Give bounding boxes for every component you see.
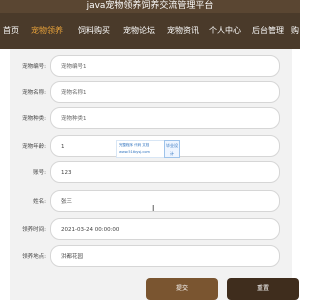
field-label: 账号: — [33, 170, 46, 176]
reset-button[interactable]: 重置 — [227, 278, 299, 300]
nav-item-personal-center[interactable]: 个人中心 — [205, 13, 245, 49]
pet-type-field[interactable]: 宠物种类1 — [50, 107, 280, 129]
nav-item-pet-forum[interactable]: 宠物论坛 — [118, 13, 160, 49]
nav-item-feed-purchase[interactable]: 饲料购买 — [73, 13, 115, 49]
field-label: 姓名: — [33, 199, 46, 205]
field-label: 宠物名称: — [22, 90, 46, 96]
adoption-time-field[interactable]: 2021-03-24 00:00:00 — [50, 218, 280, 240]
field-label: 宠物编号: — [22, 64, 46, 70]
field-label: 宠物年龄: — [22, 144, 46, 150]
nav-item-cart[interactable]: 购 — [290, 13, 300, 49]
nav-item-pet-news[interactable]: 宠物资讯 — [162, 13, 204, 49]
watermark-text: 完整程序 代码 文档 — [119, 143, 150, 147]
nav-item-pet-adoption[interactable]: 宠物领养 — [26, 13, 68, 49]
top-navbar: 首页 宠物领养 饲料购买 宠物论坛 宠物资讯 个人中心 后台管理 购 — [0, 13, 300, 49]
text-cursor-icon: I — [152, 204, 155, 213]
field-label: 宠物种类: — [22, 116, 46, 122]
nav-item-home[interactable]: 首页 — [0, 13, 22, 49]
form-row-account: 账号: 123 — [10, 161, 292, 185]
account-field[interactable]: 123 — [50, 161, 280, 183]
adoption-location-field[interactable]: 洪都花园 — [50, 245, 280, 267]
form-row-adoption-time: 领养时间: 2021-03-24 00:00:00 — [10, 218, 292, 242]
field-label: 领养时间: — [22, 227, 46, 233]
app-title: java宠物领养饲养交流管理平台 — [0, 0, 300, 13]
name-field[interactable]: 张三 — [50, 190, 280, 212]
pet-name-field[interactable]: 宠物名称1 — [50, 81, 280, 103]
nav-item-admin[interactable]: 后台管理 — [247, 13, 289, 49]
form-row-name: 姓名: 张三 — [10, 190, 292, 214]
submit-button[interactable]: 提交 — [146, 278, 218, 300]
form-row-pet-type: 宠物种类: 宠物种类1 — [10, 107, 292, 131]
form-row-pet-name: 宠物名称: 宠物名称1 — [10, 81, 292, 105]
field-label: 领养地点: — [22, 254, 46, 260]
form-row-adoption-location: 领养地点: 洪都花园 — [10, 245, 292, 269]
watermark-badge: 毕业设计 — [164, 140, 180, 158]
pet-number-field[interactable]: 宠物编号1 — [50, 55, 280, 77]
form-row-pet-number: 宠物编号: 宠物编号1 — [10, 55, 292, 79]
watermark-url: www.51tbysj.com — [119, 150, 150, 154]
